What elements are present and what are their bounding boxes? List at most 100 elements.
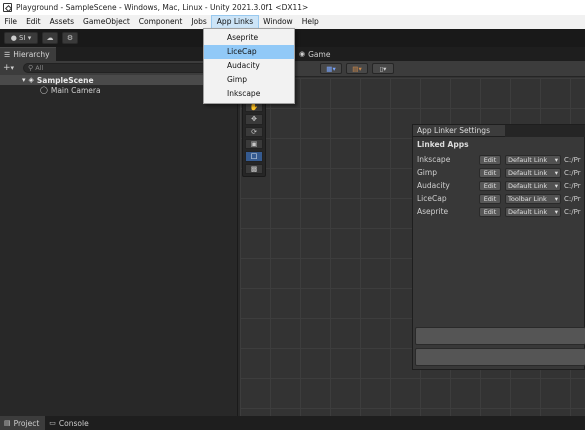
menu-item-inkscape[interactable]: Inkscape bbox=[204, 87, 294, 101]
linked-app-row: LiceCap Edit Toolbar Link ▾ C:/Pr bbox=[417, 193, 585, 204]
gear-icon: ⚙ bbox=[66, 34, 74, 42]
edit-button[interactable]: Edit bbox=[479, 180, 501, 191]
app-path: C:/Pr bbox=[564, 207, 581, 216]
app-name: Inkscape bbox=[417, 155, 451, 164]
expand-arrow-icon[interactable]: ▾ bbox=[22, 76, 26, 84]
project-tab-label: Project bbox=[13, 418, 40, 428]
menu-app-links[interactable]: App Links bbox=[211, 15, 259, 29]
tab-console[interactable]: ▭ Console bbox=[45, 416, 94, 430]
menu-gameobject[interactable]: GameObject bbox=[79, 15, 135, 29]
linked-app-row: Aseprite Edit Default Link ▾ C:/Pr bbox=[417, 206, 585, 217]
app-path: C:/Pr bbox=[564, 155, 581, 164]
linked-apps-title: Linked Apps bbox=[417, 140, 469, 149]
app-name: Gimp bbox=[417, 168, 437, 177]
gameobject-icon: ◯ bbox=[40, 86, 48, 94]
folder-icon: ▤ bbox=[4, 419, 11, 427]
list-icon: ☰ bbox=[4, 50, 11, 59]
menu-file[interactable]: File bbox=[0, 15, 22, 29]
chevron-down-icon: ▾ bbox=[554, 181, 558, 190]
edit-button[interactable]: Edit bbox=[479, 167, 501, 178]
app-name: Aseprite bbox=[417, 207, 449, 216]
grid-icon: ▦▾ bbox=[326, 64, 336, 73]
search-placeholder: All bbox=[35, 64, 44, 72]
app-name: Audacity bbox=[417, 181, 450, 190]
chevron-down-icon: ▾ bbox=[27, 34, 32, 42]
link-type-dropdown[interactable]: Toolbar Link ▾ bbox=[505, 193, 561, 204]
add-object-button[interactable]: +▾ bbox=[3, 63, 19, 73]
add-label: + bbox=[3, 63, 11, 73]
cloud-button[interactable]: ☁ bbox=[42, 32, 58, 44]
gizmo-button[interactable]: ▯▾ bbox=[372, 63, 394, 74]
menu-edit[interactable]: Edit bbox=[22, 15, 46, 29]
app-name: LiceCap bbox=[417, 194, 447, 203]
snap-icon: ▤▾ bbox=[352, 64, 362, 73]
linker-action-bar[interactable] bbox=[415, 348, 585, 366]
chevron-down-icon: ▾ bbox=[554, 207, 558, 216]
account-icon: ● bbox=[10, 34, 17, 42]
link-type-value: Default Link bbox=[508, 181, 548, 190]
menu-assets[interactable]: Assets bbox=[45, 15, 78, 29]
console-icon: ▭ bbox=[49, 419, 56, 427]
game-tab-label: Game bbox=[308, 49, 331, 59]
unity-logo-icon bbox=[3, 3, 12, 12]
hierarchy-item-label: Main Camera bbox=[50, 85, 101, 95]
chevron-down-icon: ▾ bbox=[10, 64, 15, 72]
menu-component[interactable]: Component bbox=[134, 15, 187, 29]
bottom-tab-bar: ▤ Project ▭ Console bbox=[0, 416, 585, 430]
chevron-down-icon: ▾ bbox=[554, 194, 558, 203]
menu-item-licecap[interactable]: LiceCap bbox=[204, 45, 294, 59]
account-button[interactable]: ● SI ▾ bbox=[4, 32, 38, 44]
edit-button[interactable]: Edit bbox=[479, 193, 501, 204]
link-type-dropdown[interactable]: Default Link ▾ bbox=[505, 206, 561, 217]
link-type-dropdown[interactable]: Default Link ▾ bbox=[505, 154, 561, 165]
linker-action-bar[interactable] bbox=[415, 327, 585, 345]
console-tab-label: Console bbox=[58, 418, 89, 428]
account-label: SI bbox=[19, 34, 26, 42]
edit-button[interactable]: Edit bbox=[479, 154, 501, 165]
edit-button[interactable]: Edit bbox=[479, 206, 501, 217]
linker-tab-label: App Linker Settings bbox=[417, 126, 490, 135]
chevron-down-icon: ▾ bbox=[554, 155, 558, 164]
link-type-value: Default Link bbox=[508, 207, 548, 216]
linked-app-row: Gimp Edit Default Link ▾ C:/Pr bbox=[417, 167, 585, 178]
grid-button[interactable]: ▦▾ bbox=[320, 63, 342, 74]
link-type-value: Default Link bbox=[508, 168, 548, 177]
tab-project[interactable]: ▤ Project bbox=[0, 416, 46, 430]
menu-item-audacity[interactable]: Audacity bbox=[204, 59, 294, 73]
linked-app-row: Audacity Edit Default Link ▾ C:/Pr bbox=[417, 180, 585, 191]
tab-app-linker-settings[interactable]: App Linker Settings bbox=[413, 125, 505, 137]
gizmo-icon: ▯▾ bbox=[379, 64, 387, 73]
scale-tool-icon[interactable]: ▣ bbox=[245, 138, 263, 150]
menu-item-gimp[interactable]: Gimp bbox=[204, 73, 294, 87]
chevron-down-icon: ▾ bbox=[554, 168, 558, 177]
scene-name: SampleScene bbox=[36, 75, 94, 85]
menu-window[interactable]: Window bbox=[259, 15, 298, 29]
linked-app-row: Inkscape Edit Default Link ▾ C:/Pr bbox=[417, 154, 585, 165]
scene-icon: ◈ bbox=[28, 76, 34, 84]
menu-help[interactable]: Help bbox=[297, 15, 323, 29]
app-path: C:/Pr bbox=[564, 194, 581, 203]
link-type-value: Toolbar Link bbox=[508, 194, 547, 203]
tab-hierarchy[interactable]: ☰ Hierarchy bbox=[0, 47, 56, 61]
link-type-dropdown[interactable]: Default Link ▾ bbox=[505, 180, 561, 191]
menu-item-aseprite[interactable]: Aseprite bbox=[204, 31, 294, 45]
app-links-dropdown: Aseprite LiceCap Audacity Gimp Inkscape bbox=[203, 28, 295, 104]
transform-tool-icon[interactable]: ▩ bbox=[245, 163, 263, 174]
rect-tool-icon[interactable]: □ bbox=[245, 151, 263, 162]
hierarchy-search-input[interactable]: ⚲ All bbox=[23, 63, 223, 73]
snap-button[interactable]: ▤▾ bbox=[346, 63, 368, 74]
rotate-tool-icon[interactable]: ⟳ bbox=[245, 126, 263, 137]
menu-bar: File Edit Assets GameObject Component Jo… bbox=[0, 15, 585, 29]
link-type-dropdown[interactable]: Default Link ▾ bbox=[505, 167, 561, 178]
hierarchy-tab-label: Hierarchy bbox=[13, 50, 50, 59]
menu-jobs[interactable]: Jobs bbox=[187, 15, 211, 29]
settings-button[interactable]: ⚙ bbox=[62, 32, 78, 44]
window-title: Playground - SampleScene - Windows, Mac,… bbox=[16, 3, 309, 12]
move-tool-icon[interactable]: ✥ bbox=[245, 114, 263, 125]
link-type-value: Default Link bbox=[508, 155, 548, 164]
tab-game[interactable]: ◉ Game bbox=[294, 47, 335, 61]
tool-palette: ✋ ✥ ⟳ ▣ □ ▩ bbox=[242, 99, 266, 177]
search-icon: ⚲ bbox=[28, 64, 34, 72]
title-bar: Playground - SampleScene - Windows, Mac,… bbox=[0, 0, 585, 15]
app-path: C:/Pr bbox=[564, 181, 581, 190]
